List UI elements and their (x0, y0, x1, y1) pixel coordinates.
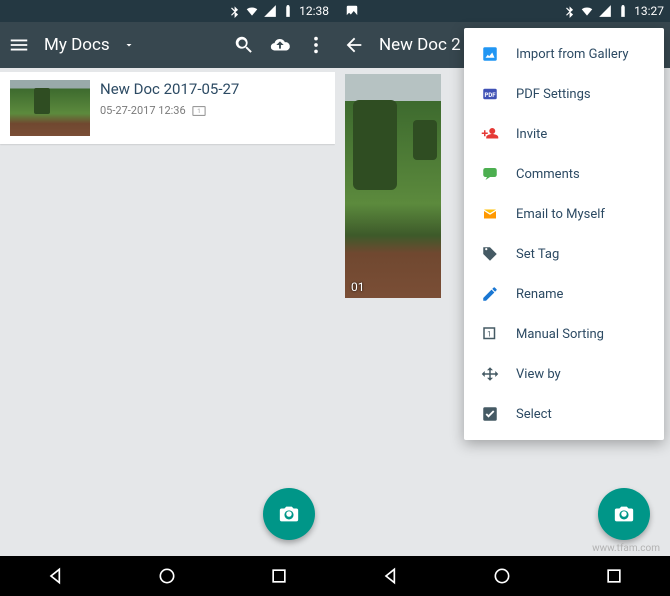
sort-icon: 1 (480, 324, 500, 344)
battery-icon (281, 4, 295, 18)
nav-back-icon[interactable] (381, 566, 401, 586)
menu-email-myself[interactable]: Email to Myself (464, 194, 664, 234)
view-icon (480, 364, 500, 384)
signal-icon (263, 4, 277, 18)
status-bar-left: 12:38 (0, 0, 335, 22)
svg-text:1: 1 (197, 108, 200, 115)
svg-text:1: 1 (487, 329, 491, 338)
menu-set-tag[interactable]: Set Tag (464, 234, 664, 274)
nav-recent-icon[interactable] (269, 566, 289, 586)
document-card[interactable]: New Doc 2017-05-27 05-27-2017 12:36 1 (0, 72, 335, 144)
wifi-icon (245, 4, 259, 18)
bluetooth-icon (562, 4, 576, 18)
bluetooth-icon (227, 4, 241, 18)
nav-bar-left (0, 556, 335, 596)
clock-text: 12:38 (299, 4, 329, 18)
menu-pdf-settings[interactable]: PDF PDF Settings (464, 74, 664, 114)
fab-camera[interactable] (598, 488, 650, 540)
overflow-menu: Import from Gallery PDF PDF Settings Inv… (464, 28, 664, 440)
image-icon (480, 44, 500, 64)
menu-comments[interactable]: Comments (464, 154, 664, 194)
svg-text:PDF: PDF (484, 92, 496, 99)
wifi-icon (580, 4, 594, 18)
email-icon (480, 204, 500, 224)
appbar-title[interactable]: My Docs (44, 35, 110, 55)
menu-rename[interactable]: Rename (464, 274, 664, 314)
document-title: New Doc 2017-05-27 (100, 80, 239, 98)
document-thumbnail (10, 80, 90, 136)
dropdown-icon[interactable] (118, 34, 140, 56)
menu-select[interactable]: Select (464, 394, 664, 434)
check-icon (480, 404, 500, 424)
overflow-icon[interactable] (305, 34, 327, 56)
status-bar-right: 13:27 (335, 0, 670, 22)
menu-import-gallery[interactable]: Import from Gallery (464, 34, 664, 74)
pencil-icon (480, 284, 500, 304)
signal-icon (598, 4, 612, 18)
document-subtitle: 05-27-2017 12:36 1 (100, 104, 239, 117)
menu-invite[interactable]: Invite (464, 114, 664, 154)
search-icon[interactable] (233, 34, 255, 56)
page-count-icon: 1 (192, 106, 206, 116)
page-number: 01 (351, 280, 365, 294)
fab-camera[interactable] (263, 488, 315, 540)
menu-view-by[interactable]: View by (464, 354, 664, 394)
camera-icon (278, 503, 300, 525)
cloud-upload-icon[interactable] (269, 34, 291, 56)
pdf-icon: PDF (480, 84, 500, 104)
tag-icon (480, 244, 500, 264)
back-arrow-icon[interactable] (343, 34, 365, 56)
nav-back-icon[interactable] (46, 566, 66, 586)
nav-home-icon[interactable] (492, 566, 512, 586)
comments-icon (480, 164, 500, 184)
camera-icon (613, 503, 635, 525)
battery-icon (616, 4, 630, 18)
hamburger-icon[interactable] (8, 34, 30, 56)
clock-text: 13:27 (634, 4, 664, 18)
nav-bar-right (335, 556, 670, 596)
appbar-title: New Doc 2 (379, 35, 461, 55)
menu-manual-sorting[interactable]: 1 Manual Sorting (464, 314, 664, 354)
app-bar-left: My Docs (0, 22, 335, 68)
nav-home-icon[interactable] (157, 566, 177, 586)
image-notification-icon (345, 4, 359, 18)
invite-icon (480, 124, 500, 144)
nav-recent-icon[interactable] (604, 566, 624, 586)
watermark: www.tfam.com (592, 543, 660, 554)
page-preview[interactable]: 01 (345, 74, 441, 298)
